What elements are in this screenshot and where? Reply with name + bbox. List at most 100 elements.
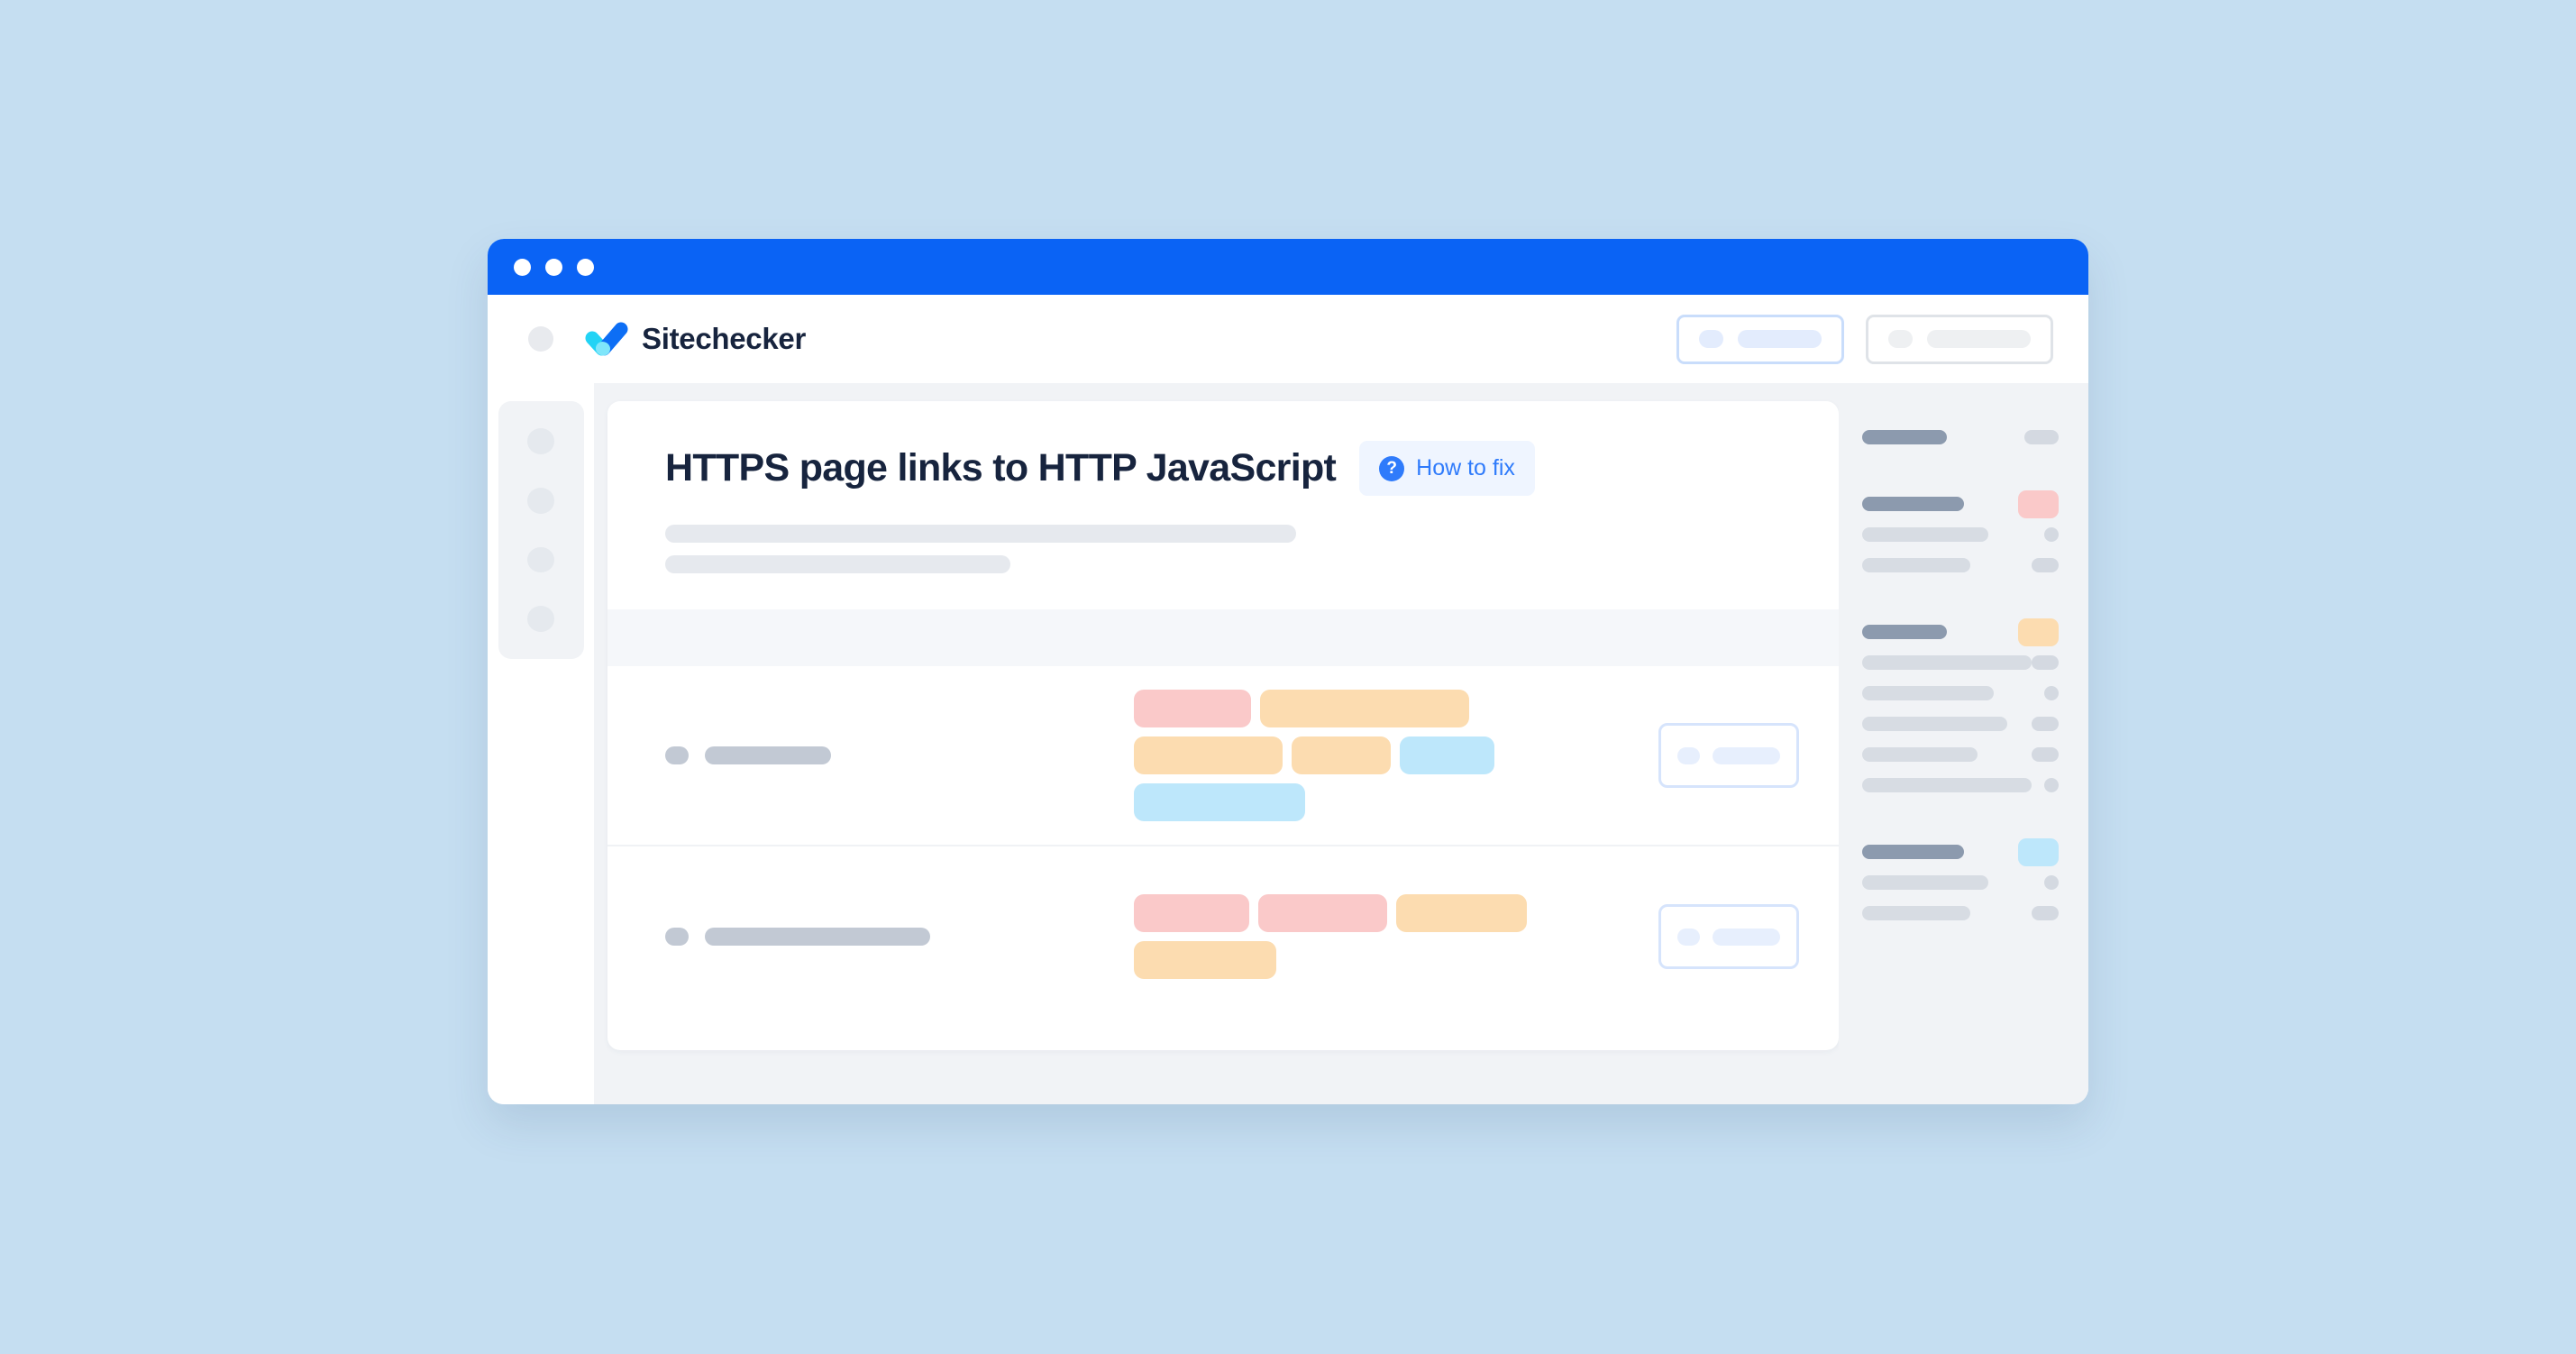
panel-row-label (1862, 497, 1964, 511)
header-right-group (1676, 314, 2053, 364)
row-tag-group (1134, 690, 1658, 821)
hamburger-icon[interactable] (528, 326, 553, 352)
nav-icon-1[interactable] (527, 428, 554, 454)
panel-spacer (1862, 811, 2059, 837)
minimize-dot[interactable] (545, 258, 562, 276)
panel-row-label (1862, 747, 1978, 762)
panel-group-2 (1862, 489, 2059, 581)
button-icon-placeholder (1699, 330, 1723, 348)
panel-row[interactable] (1862, 770, 2059, 801)
row-action-button-1[interactable] (1658, 723, 1799, 788)
panel-row[interactable] (1862, 867, 2059, 898)
row-tag[interactable] (1134, 894, 1249, 932)
app-header: Sitechecker (488, 295, 2088, 383)
row-title-placeholder (705, 746, 831, 764)
window-titlebar (488, 239, 2088, 295)
row-tag[interactable] (1400, 736, 1494, 774)
panel-group-3 (1862, 617, 2059, 801)
table-toolbar-band (607, 609, 1839, 666)
panel-row-label (1862, 686, 1994, 700)
panel-row-badge (2044, 875, 2059, 890)
row-tag[interactable] (1134, 783, 1305, 821)
row-tag[interactable] (1396, 894, 1527, 932)
action-label-placeholder (1713, 928, 1780, 946)
row-tag[interactable] (1258, 894, 1387, 932)
panel-row[interactable] (1862, 647, 2059, 678)
panel-row-badge (2032, 747, 2059, 762)
panel-row-badge (2018, 837, 2059, 866)
button-label-placeholder (1927, 330, 2031, 348)
description-line (665, 525, 1296, 543)
panel-row-badge (2018, 618, 2059, 646)
action-icon-placeholder (1677, 746, 1700, 764)
right-sidebar (1839, 383, 2088, 1104)
panel-row-label (1862, 906, 1970, 920)
row-status-dot (665, 928, 689, 946)
card-header: HTTPS page links to HTTP JavaScript ? Ho… (607, 401, 1839, 609)
nav-icon-3[interactable] (527, 546, 554, 573)
close-dot[interactable] (514, 258, 531, 276)
panel-row[interactable] (1862, 519, 2059, 550)
issue-row-1[interactable] (607, 666, 1839, 846)
row-label-group (665, 928, 1134, 946)
title-row: HTTPS page links to HTTP JavaScript ? Ho… (665, 441, 1794, 496)
row-status-dot (665, 746, 689, 764)
panel-row[interactable] (1862, 422, 2059, 453)
panel-row[interactable] (1862, 489, 2059, 519)
window-body: HTTPS page links to HTTP JavaScript ? Ho… (488, 383, 2088, 1104)
brand-name: Sitechecker (642, 322, 806, 355)
nav-icon-4[interactable] (527, 606, 554, 632)
panel-spacer (1862, 463, 2059, 489)
panel-row-label (1862, 625, 1947, 639)
panel-row[interactable] (1862, 550, 2059, 581)
main-content: HTTPS page links to HTTP JavaScript ? Ho… (594, 383, 1839, 1104)
primary-header-button[interactable] (1676, 314, 1844, 364)
panel-row[interactable] (1862, 739, 2059, 770)
nav-icon-2[interactable] (527, 487, 554, 514)
how-to-fix-label: How to fix (1416, 455, 1515, 480)
description-skeleton (665, 525, 1794, 609)
panel-row[interactable] (1862, 837, 2059, 867)
left-sidebar (488, 383, 594, 1104)
left-sidebar-panel (498, 401, 584, 659)
row-tag[interactable] (1260, 690, 1469, 727)
panel-group-4 (1862, 837, 2059, 929)
panel-row-badge (2018, 489, 2059, 518)
panel-row-badge (2044, 778, 2059, 792)
panel-row[interactable] (1862, 678, 2059, 709)
sitechecker-check-logo (585, 321, 630, 357)
panel-group-1 (1862, 422, 2059, 453)
panel-row[interactable] (1862, 898, 2059, 929)
row-tag[interactable] (1134, 690, 1251, 727)
panel-row-label (1862, 778, 2032, 792)
row-tag[interactable] (1292, 736, 1391, 774)
panel-row[interactable] (1862, 709, 2059, 739)
brand-logo[interactable]: Sitechecker (585, 321, 806, 357)
panel-spacer (1862, 591, 2059, 617)
row-action-button-2[interactable] (1658, 904, 1799, 969)
row-title-placeholder (705, 928, 930, 946)
panel-row-label (1862, 875, 1988, 890)
panel-row[interactable] (1862, 617, 2059, 647)
panel-row-badge (2044, 686, 2059, 700)
button-icon-placeholder (1888, 330, 1913, 348)
panel-row-label (1862, 845, 1964, 859)
panel-row-badge (2032, 558, 2059, 572)
maximize-dot[interactable] (577, 258, 594, 276)
row-tag[interactable] (1134, 736, 1283, 774)
panel-row-label (1862, 527, 1988, 542)
how-to-fix-button[interactable]: ? How to fix (1359, 441, 1535, 496)
panel-row-label (1862, 717, 2007, 731)
panel-row-badge (2024, 430, 2059, 444)
row-label-group (665, 746, 1134, 764)
row-tag[interactable] (1134, 941, 1276, 979)
panel-row-badge (2032, 717, 2059, 731)
issue-row-2[interactable] (607, 846, 1839, 1027)
browser-window: Sitechecker HTTPS page links to HTTP Jav… (488, 239, 2088, 1104)
panel-row-label (1862, 430, 1947, 444)
panel-row-label (1862, 558, 1970, 572)
description-line (665, 555, 1010, 573)
panel-row-label (1862, 655, 2032, 670)
secondary-header-button[interactable] (1866, 314, 2053, 364)
page-title: HTTPS page links to HTTP JavaScript (665, 446, 1337, 489)
